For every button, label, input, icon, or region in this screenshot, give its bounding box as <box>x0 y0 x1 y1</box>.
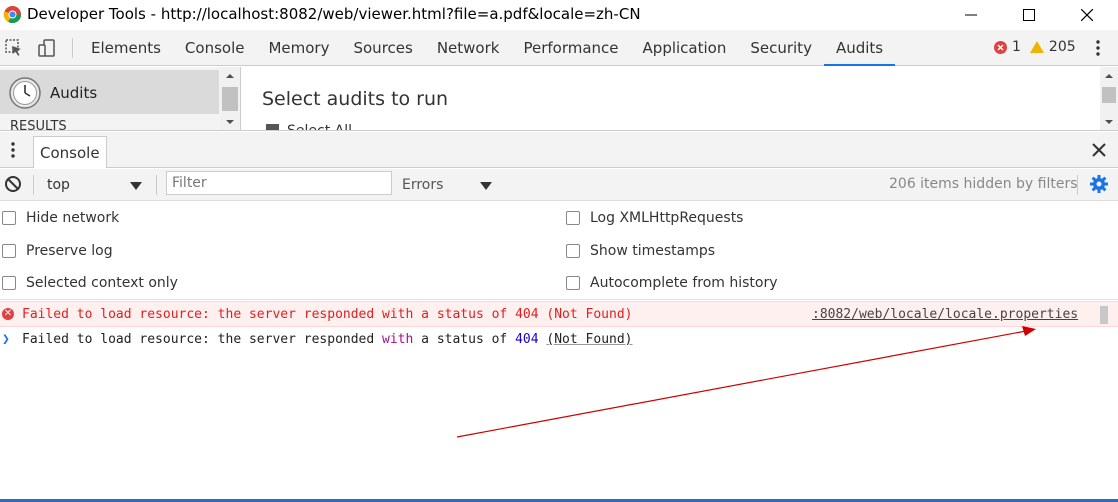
clock-icon <box>9 77 41 109</box>
console-messages: ✕ Failed to load resource: the server re… <box>0 301 1118 500</box>
warning-icon <box>1029 41 1044 53</box>
context-value: top <box>47 177 70 193</box>
error-count: 1 <box>1012 39 1021 55</box>
minimize-icon <box>965 14 977 16</box>
tab-sources[interactable]: Sources <box>341 30 424 66</box>
console-settings: Hide network Preserve log Selected conte… <box>0 202 1118 300</box>
checkbox-icon <box>566 276 580 290</box>
close-icon <box>1081 9 1093 21</box>
tab-console[interactable]: Console <box>173 30 257 66</box>
console-toolbar: top Errors 206 items hidden by filters <box>0 169 1118 201</box>
show-timestamps-checkbox[interactable]: Show timestamps <box>566 243 715 259</box>
log-xhr-checkbox[interactable]: Log XMLHttpRequests <box>566 210 743 226</box>
panel-tabs: Elements Console Memory Sources Network … <box>79 30 896 66</box>
close-drawer-icon[interactable] <box>1089 140 1109 160</box>
chrome-logo-icon <box>3 5 22 24</box>
scroll-down-arrow-icon[interactable] <box>1100 115 1118 129</box>
selected-context-only-checkbox[interactable]: Selected context only <box>2 275 178 291</box>
console-input-text[interactable]: Failed to load resource: the server resp… <box>22 332 633 347</box>
console-error-message: ✕ Failed to load resource: the server re… <box>0 301 1118 327</box>
tab-memory[interactable]: Memory <box>256 30 341 66</box>
checkbox-label: Selected context only <box>26 275 178 291</box>
toolbar-separator <box>1077 175 1078 195</box>
clear-console-icon[interactable] <box>4 175 22 193</box>
select-all-label: Select All <box>287 123 352 131</box>
input-number: 404 <box>515 332 539 347</box>
maximize-button[interactable] <box>1006 0 1052 30</box>
scrollbar-thumb[interactable] <box>222 87 238 111</box>
dropdown-arrow-icon <box>130 182 142 190</box>
drawer-menu-icon[interactable] <box>8 140 18 160</box>
message-scrollbar-thumb[interactable] <box>1100 306 1108 324</box>
window-title: Developer Tools - http://localhost:8082/… <box>27 5 641 23</box>
log-level-selector[interactable]: Errors <box>396 173 496 197</box>
checkbox-label: Show timestamps <box>590 243 716 259</box>
sidebar-scrollbar[interactable] <box>220 67 240 130</box>
checkbox-icon <box>2 276 16 290</box>
scroll-up-arrow-icon[interactable] <box>220 69 240 83</box>
audits-main: Select audits to run Select All <box>242 67 1100 131</box>
checkbox-label: Preserve log <box>26 243 113 259</box>
autocomplete-history-checkbox[interactable]: Autocomplete from history <box>566 275 778 291</box>
results-section-label: RESULTS <box>10 119 67 131</box>
issue-counts[interactable]: 1 205 <box>994 39 1076 55</box>
console-input-line[interactable]: ❯ Failed to load resource: the server re… <box>0 329 1118 353</box>
checkbox-icon <box>2 211 16 225</box>
audits-panel: Audits RESULTS Select audits to run Sele… <box>0 67 1118 131</box>
checkbox-label: Log XMLHttpRequests <box>590 210 744 226</box>
log-level-value: Errors <box>402 177 444 193</box>
tab-security[interactable]: Security <box>738 30 824 66</box>
dropdown-arrow-icon <box>480 182 492 190</box>
error-icon: ✕ <box>2 308 14 320</box>
error-message-text: Failed to load resource: the server resp… <box>22 307 633 322</box>
minimize-button[interactable] <box>948 0 994 30</box>
error-source-link[interactable]: :8082/web/locale/locale.properties <box>812 307 1078 322</box>
toolbar-separator <box>33 175 34 195</box>
checkbox-icon <box>266 124 279 130</box>
tab-performance[interactable]: Performance <box>511 30 630 66</box>
prompt-chevron-icon: ❯ <box>2 332 10 347</box>
hidden-items-count: 206 items hidden by filters <box>889 176 1078 192</box>
toolbar-separator <box>72 38 73 58</box>
warning-count: 205 <box>1048 39 1076 55</box>
main-scrollbar[interactable] <box>1100 67 1118 130</box>
devtools-tab-bar: Elements Console Memory Sources Network … <box>0 30 1118 66</box>
tab-application[interactable]: Application <box>631 30 739 66</box>
more-options-icon[interactable] <box>1093 38 1103 58</box>
audits-sidebar: Audits RESULTS <box>0 67 241 131</box>
preserve-log-checkbox[interactable]: Preserve log <box>2 243 113 259</box>
toolbar-separator <box>156 175 157 195</box>
audits-heading: Select audits to run <box>262 88 449 110</box>
context-selector[interactable]: top <box>40 173 150 197</box>
scroll-up-arrow-icon[interactable] <box>1100 69 1118 83</box>
tab-audits[interactable]: Audits <box>823 30 896 66</box>
maximize-icon <box>1023 9 1035 21</box>
input-paren-group: (Not Found) <box>546 332 633 347</box>
drawer-header: Console <box>0 132 1118 168</box>
window-title-bar: Developer Tools - http://localhost:8082/… <box>0 0 1118 30</box>
gear-icon[interactable] <box>1089 174 1109 194</box>
filter-input[interactable] <box>166 171 392 195</box>
close-window-button[interactable] <box>1064 0 1110 30</box>
checkbox-label: Hide network <box>26 210 120 226</box>
input-keyword: with <box>382 332 414 347</box>
select-all-checkbox[interactable]: Select All <box>266 123 352 131</box>
input-text-part: Failed to load resource: the server resp… <box>22 332 383 347</box>
inspect-element-icon[interactable] <box>4 38 24 58</box>
checkbox-icon <box>2 244 16 258</box>
drawer-tab-console[interactable]: Console <box>33 136 107 168</box>
sidebar-item-audits[interactable]: Audits <box>0 70 219 114</box>
input-text-part: a status of <box>413 332 516 347</box>
tab-network[interactable]: Network <box>425 30 512 66</box>
hide-network-checkbox[interactable]: Hide network <box>2 210 119 226</box>
device-toolbar-icon[interactable] <box>37 38 57 58</box>
checkbox-icon <box>566 211 580 225</box>
checkbox-icon <box>566 244 580 258</box>
scrollbar-thumb[interactable] <box>1102 87 1116 103</box>
scroll-down-arrow-icon[interactable] <box>220 115 240 129</box>
sidebar-item-label: Audits <box>50 84 98 102</box>
checkbox-label: Autocomplete from history <box>590 275 778 291</box>
error-icon <box>994 40 1007 54</box>
tab-elements[interactable]: Elements <box>79 30 173 66</box>
